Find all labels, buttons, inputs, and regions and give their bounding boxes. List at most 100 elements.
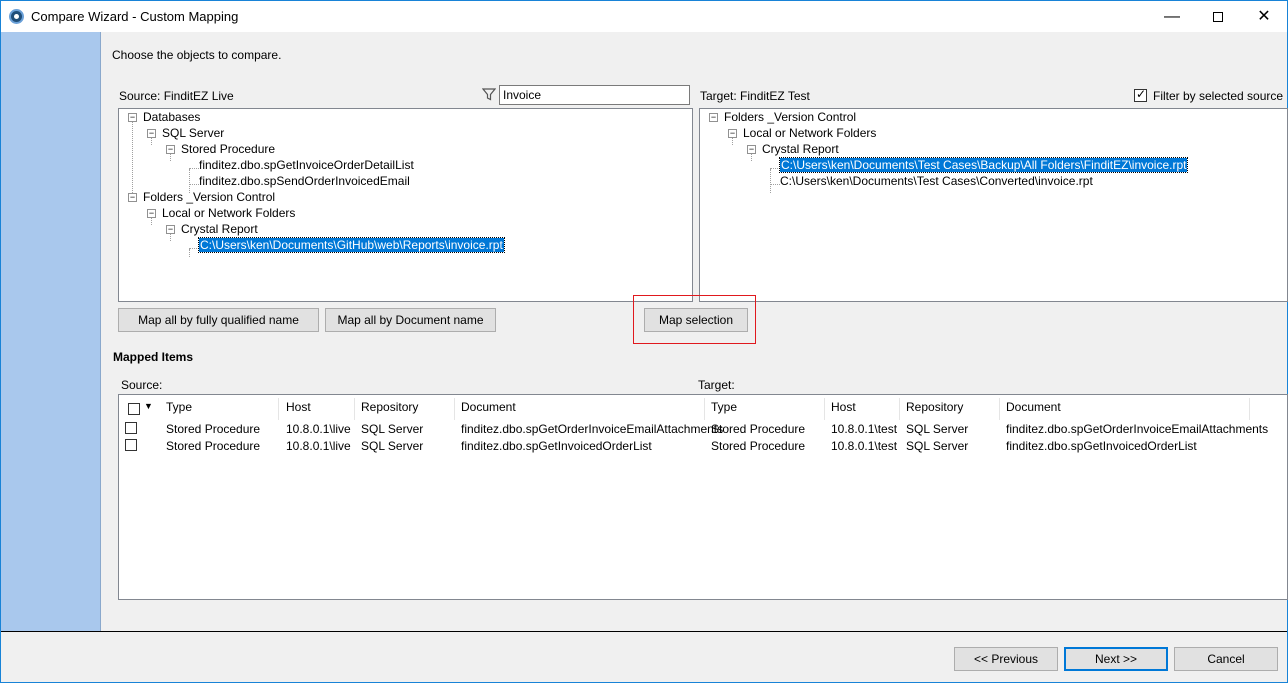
tree-connector (770, 169, 771, 193)
collapse-icon[interactable]: − (128, 193, 137, 202)
target-tree-panel[interactable]: − Folders _Version Control − Local or Ne… (699, 108, 1288, 302)
tree-node-label: Folders _Version Control (143, 190, 276, 204)
column-separator[interactable] (1249, 398, 1250, 420)
title-bar: Compare Wizard - Custom Mapping — ✕ (1, 1, 1287, 32)
collapse-icon[interactable]: − (147, 129, 156, 138)
tree-connector (751, 153, 752, 161)
footer-divider (1, 631, 1287, 632)
column-header-repository[interactable]: Repository (361, 395, 418, 419)
row-checkbox[interactable] (125, 439, 137, 451)
grid-header-row: ▼ Type Host Repository Document Type Hos… (119, 394, 1287, 420)
tree-connector (189, 248, 199, 249)
chevron-down-icon[interactable]: ▼ (144, 394, 153, 418)
tree-connector (170, 153, 171, 161)
map-all-document-name-button[interactable]: Map all by Document name (325, 308, 496, 332)
collapse-icon[interactable]: − (728, 129, 737, 138)
cell-target-host: 10.8.0.1\test (831, 439, 898, 453)
filter-by-source-checkbox[interactable] (1134, 87, 1147, 102)
map-selection-button[interactable]: Map selection (644, 308, 748, 332)
tree-connector (189, 168, 199, 169)
column-header-target-host[interactable]: Host (831, 395, 856, 419)
mapped-target-label: Target: (698, 378, 735, 392)
column-separator[interactable] (454, 398, 455, 420)
compare-wizard-window: Compare Wizard - Custom Mapping — ✕ Choo… (0, 0, 1288, 683)
tree-node-label: Local or Network Folders (743, 126, 877, 140)
cell-source-repository: SQL Server (361, 422, 424, 436)
column-header-host[interactable]: Host (286, 395, 311, 419)
source-filter-input[interactable] (499, 85, 690, 105)
column-header-document[interactable]: Document (461, 395, 516, 419)
tree-connector (770, 184, 780, 185)
mapped-source-label: Source: (121, 378, 163, 392)
column-separator[interactable] (704, 398, 705, 420)
tree-connector (770, 168, 780, 169)
tree-node-sp-send-order-invoiced[interactable]: finditez.dbo.spSendOrderInvoicedEmail (199, 173, 410, 189)
instructions-text: Choose the objects to compare. (112, 48, 282, 62)
cell-target-type: Stored Procedure (711, 439, 806, 453)
tree-connector (132, 121, 133, 201)
column-header-type[interactable]: Type (166, 395, 192, 419)
tree-node-converted-invoice-rpt[interactable]: C:\Users\ken\Documents\Test Cases\Conver… (780, 173, 1093, 189)
tree-connector (189, 184, 199, 185)
filter-by-source-label: Filter by selected source (1153, 89, 1284, 103)
column-separator[interactable] (354, 398, 355, 420)
cell-target-host: 10.8.0.1\test (831, 422, 898, 436)
tree-node-label: C:\Users\ken\Documents\Test Cases\Conver… (780, 174, 1093, 188)
source-label: Source: FinditEZ Live (119, 89, 234, 103)
column-header-target-type[interactable]: Type (711, 395, 737, 419)
source-tree-panel[interactable]: − Databases − SQL Server − Stored Proced… (118, 108, 693, 302)
cell-source-host: 10.8.0.1\live (286, 439, 351, 453)
column-separator[interactable] (824, 398, 825, 420)
cell-source-type: Stored Procedure (166, 439, 261, 453)
collapse-icon[interactable]: − (709, 113, 718, 122)
previous-button[interactable]: << Previous (954, 647, 1058, 671)
column-separator[interactable] (999, 398, 1000, 420)
cancel-button[interactable]: Cancel (1174, 647, 1278, 671)
collapse-icon[interactable]: − (128, 113, 137, 122)
cell-source-host: 10.8.0.1\live (286, 422, 351, 436)
window-title: Compare Wizard - Custom Mapping (31, 9, 239, 24)
row-checkbox[interactable] (125, 422, 137, 434)
column-separator[interactable] (278, 398, 279, 420)
tree-node-label: Crystal Report (762, 142, 839, 156)
close-button[interactable]: ✕ (1241, 1, 1287, 32)
mapped-items-title: Mapped Items (113, 350, 194, 364)
tree-node-invoice-rpt-selected[interactable]: C:\Users\ken\Documents\GitHub\web\Report… (198, 237, 505, 253)
cell-target-repository: SQL Server (906, 439, 969, 453)
minimize-icon: — (1164, 8, 1180, 25)
wizard-sidebar (1, 32, 101, 631)
tree-node-label: finditez.dbo.spSendOrderInvoicedEmail (199, 174, 410, 188)
next-button[interactable]: Next >> (1064, 647, 1168, 671)
tree-connector (170, 233, 171, 241)
tree-node-label: finditez.dbo.spGetInvoiceOrderDetailList (199, 158, 414, 172)
tree-node-label: C:\Users\ken\Documents\GitHub\web\Report… (198, 237, 505, 253)
tree-node-label: Stored Procedure (181, 142, 276, 156)
app-logo-icon (9, 9, 24, 24)
column-header-target-repository[interactable]: Repository (906, 395, 963, 419)
tree-connector (732, 137, 733, 145)
maximize-button[interactable] (1195, 1, 1241, 32)
tree-node-label: SQL Server (162, 126, 225, 140)
tree-node-sp-get-invoice-order-detail[interactable]: finditez.dbo.spGetInvoiceOrderDetailList (199, 157, 414, 173)
maximize-icon (1213, 11, 1223, 22)
select-all-checkbox[interactable] (128, 403, 140, 415)
column-separator[interactable] (899, 398, 900, 420)
cell-target-repository: SQL Server (906, 422, 969, 436)
tree-node-label: C:\Users\ken\Documents\Test Cases\Backup… (778, 157, 1189, 173)
column-header-target-document[interactable]: Document (1006, 395, 1061, 419)
cell-source-document: finditez.dbo.spGetOrderInvoiceEmailAttac… (461, 422, 724, 436)
tree-node-label: Folders _Version Control (724, 110, 857, 124)
close-icon: ✕ (1257, 8, 1271, 25)
mapped-items-grid[interactable]: ▼ Type Host Repository Document Type Hos… (118, 394, 1288, 600)
tree-node-backup-invoice-rpt-selected[interactable]: C:\Users\ken\Documents\Test Cases\Backup… (778, 157, 1189, 173)
collapse-icon[interactable]: − (166, 225, 175, 234)
collapse-icon[interactable]: − (747, 145, 756, 154)
tree-node-label: Local or Network Folders (162, 206, 296, 220)
collapse-icon[interactable]: − (166, 145, 175, 154)
cell-target-document: finditez.dbo.spGetInvoicedOrderList (1006, 439, 1197, 453)
tree-connector (189, 249, 190, 257)
tree-node-label: Databases (143, 110, 201, 124)
map-all-fqn-button[interactable]: Map all by fully qualified name (118, 308, 319, 332)
minimize-button[interactable]: — (1149, 1, 1195, 32)
collapse-icon[interactable]: − (147, 209, 156, 218)
